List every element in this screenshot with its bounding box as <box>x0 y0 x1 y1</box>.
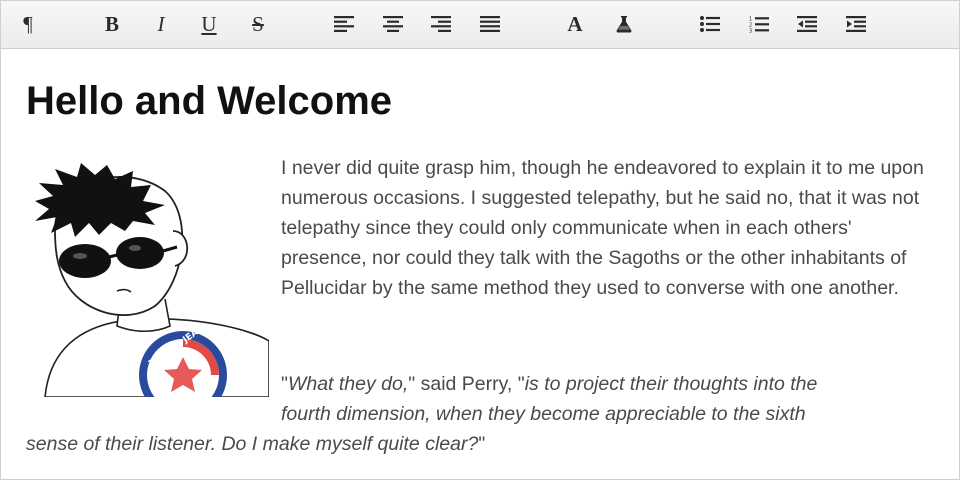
formatting-toolbar: ¶ B I U S A 123 <box>1 1 959 49</box>
bold-button[interactable]: B <box>97 9 127 39</box>
quote-italic-2-part-3: sense of their listener. Do I make mysel… <box>26 433 479 455</box>
font-icon[interactable]: A <box>560 9 590 39</box>
underline-button[interactable]: U <box>194 9 224 39</box>
align-left-icon[interactable] <box>329 9 359 39</box>
quote-line-1: "What they do," said Perry, "is to proje… <box>26 369 941 399</box>
body-paragraph: I never did quite grasp him, though he e… <box>281 157 924 299</box>
quote-italic-2-part-1: is to project their thoughts into the <box>524 373 818 395</box>
editor-content[interactable]: Hello and Welcome TOMMY JEAN I never did… <box>1 49 959 479</box>
quote-mid: " said Perry, " <box>408 373 525 395</box>
indent-icon[interactable] <box>841 9 871 39</box>
outdent-icon[interactable] <box>792 9 822 39</box>
quote-paragraph: "What they do," said Perry, "is to proje… <box>26 369 941 459</box>
document-heading: Hello and Welcome <box>26 79 393 123</box>
close-quote: " <box>478 433 486 455</box>
numbered-list-icon[interactable]: 123 <box>744 9 774 39</box>
editor-frame: ¶ B I U S A 123 Hello and Welcome TOMMY … <box>0 0 960 480</box>
quote-line-3: sense of their listener. Do I make mysel… <box>26 429 941 459</box>
flask-icon[interactable] <box>609 9 639 39</box>
bullet-list-icon[interactable] <box>695 9 725 39</box>
align-center-icon[interactable] <box>378 9 408 39</box>
strikethrough-button[interactable]: S <box>243 9 273 39</box>
avatar-illustration: TOMMY JEAN <box>25 161 270 419</box>
open-quote: " <box>281 373 288 395</box>
paragraph-mark-icon[interactable]: ¶ <box>13 9 43 39</box>
align-justify-icon[interactable] <box>475 9 505 39</box>
align-right-icon[interactable] <box>426 9 456 39</box>
svg-text:3: 3 <box>749 28 752 33</box>
quote-italic-2-part-2: fourth dimension, when they become appre… <box>281 403 806 425</box>
italic-button[interactable]: I <box>146 9 176 39</box>
quote-italic-1: What they do, <box>287 373 409 395</box>
quote-line-2: fourth dimension, when they become appre… <box>26 399 941 429</box>
